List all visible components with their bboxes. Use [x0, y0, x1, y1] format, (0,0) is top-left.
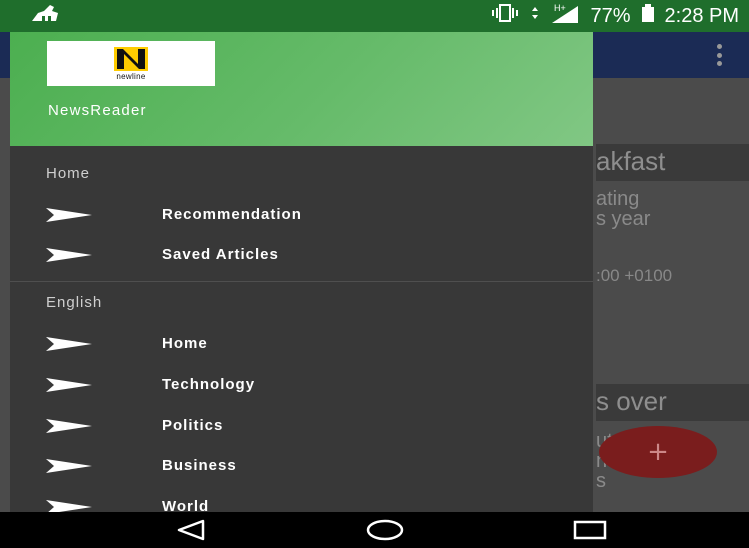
cellular-signal-icon: H+	[550, 2, 580, 30]
logo-mark-icon	[114, 46, 148, 71]
nav-item-label: World	[162, 497, 210, 513]
vibrate-icon	[490, 3, 520, 29]
back-button[interactable]	[176, 519, 206, 545]
nav-item-label: Technology	[162, 375, 256, 393]
nav-item-world[interactable]: World	[10, 486, 593, 512]
nav-item-saved-articles[interactable]: Saved Articles	[10, 234, 593, 274]
plus-icon: +	[647, 437, 669, 467]
nav-item-label: Saved Articles	[162, 245, 279, 263]
nav-item-label: Recommendation	[162, 205, 302, 223]
clock: 2:28 PM	[664, 4, 739, 27]
nav-item-technology[interactable]: Technology	[10, 364, 593, 404]
background-card-date: :00 +0100	[596, 266, 749, 286]
network-type-label: H+	[554, 3, 566, 13]
recents-button[interactable]	[573, 519, 607, 545]
card-text-line: ating	[596, 188, 640, 210]
card-heading: akfast	[596, 144, 749, 181]
app-notification-icon	[30, 3, 60, 29]
section-title-home: Home	[46, 165, 91, 182]
send-icon	[46, 499, 92, 512]
add-fab-button[interactable]: +	[599, 426, 717, 478]
home-icon	[366, 519, 404, 545]
home-button[interactable]	[366, 519, 404, 545]
navigation-drawer: newline NewsReader Home Recommendation S…	[10, 32, 593, 512]
card-heading: s over	[596, 384, 749, 421]
back-icon	[176, 519, 206, 545]
nav-item-label: Business	[162, 456, 237, 474]
data-transfer-icon	[530, 3, 540, 29]
send-icon	[46, 336, 92, 351]
drawer-divider	[10, 281, 593, 282]
card-date: :00 +0100	[596, 266, 673, 285]
status-bar: H+ 77% 2:28 PM	[0, 0, 749, 32]
system-nav-bar	[0, 512, 749, 548]
section-title-english: English	[46, 294, 103, 311]
status-left	[30, 3, 60, 29]
battery-icon	[641, 3, 655, 29]
battery-percent: 77%	[590, 4, 631, 27]
drawer-header: newline NewsReader	[10, 32, 593, 146]
recents-icon	[573, 519, 607, 545]
nav-item-business[interactable]: Business	[10, 445, 593, 485]
nav-item-recommendation[interactable]: Recommendation	[10, 194, 593, 234]
overflow-menu-icon	[715, 44, 723, 66]
nav-item-label: Home	[162, 334, 208, 352]
nav-item-politics[interactable]: Politics	[10, 405, 593, 445]
background-card: akfast ating s year	[596, 144, 749, 229]
app-name: NewsReader	[48, 102, 147, 119]
nav-item-label: Politics	[162, 416, 224, 434]
send-icon	[46, 377, 92, 392]
status-right: H+ 77% 2:28 PM	[490, 2, 739, 30]
send-icon	[46, 458, 92, 473]
logo-text: newline	[116, 71, 146, 81]
newline-logo: newline	[47, 41, 215, 86]
card-text-line: s year	[596, 208, 651, 230]
send-icon	[46, 207, 92, 222]
nav-item-home[interactable]: Home	[10, 323, 593, 363]
send-icon	[46, 247, 92, 262]
send-icon	[46, 418, 92, 433]
